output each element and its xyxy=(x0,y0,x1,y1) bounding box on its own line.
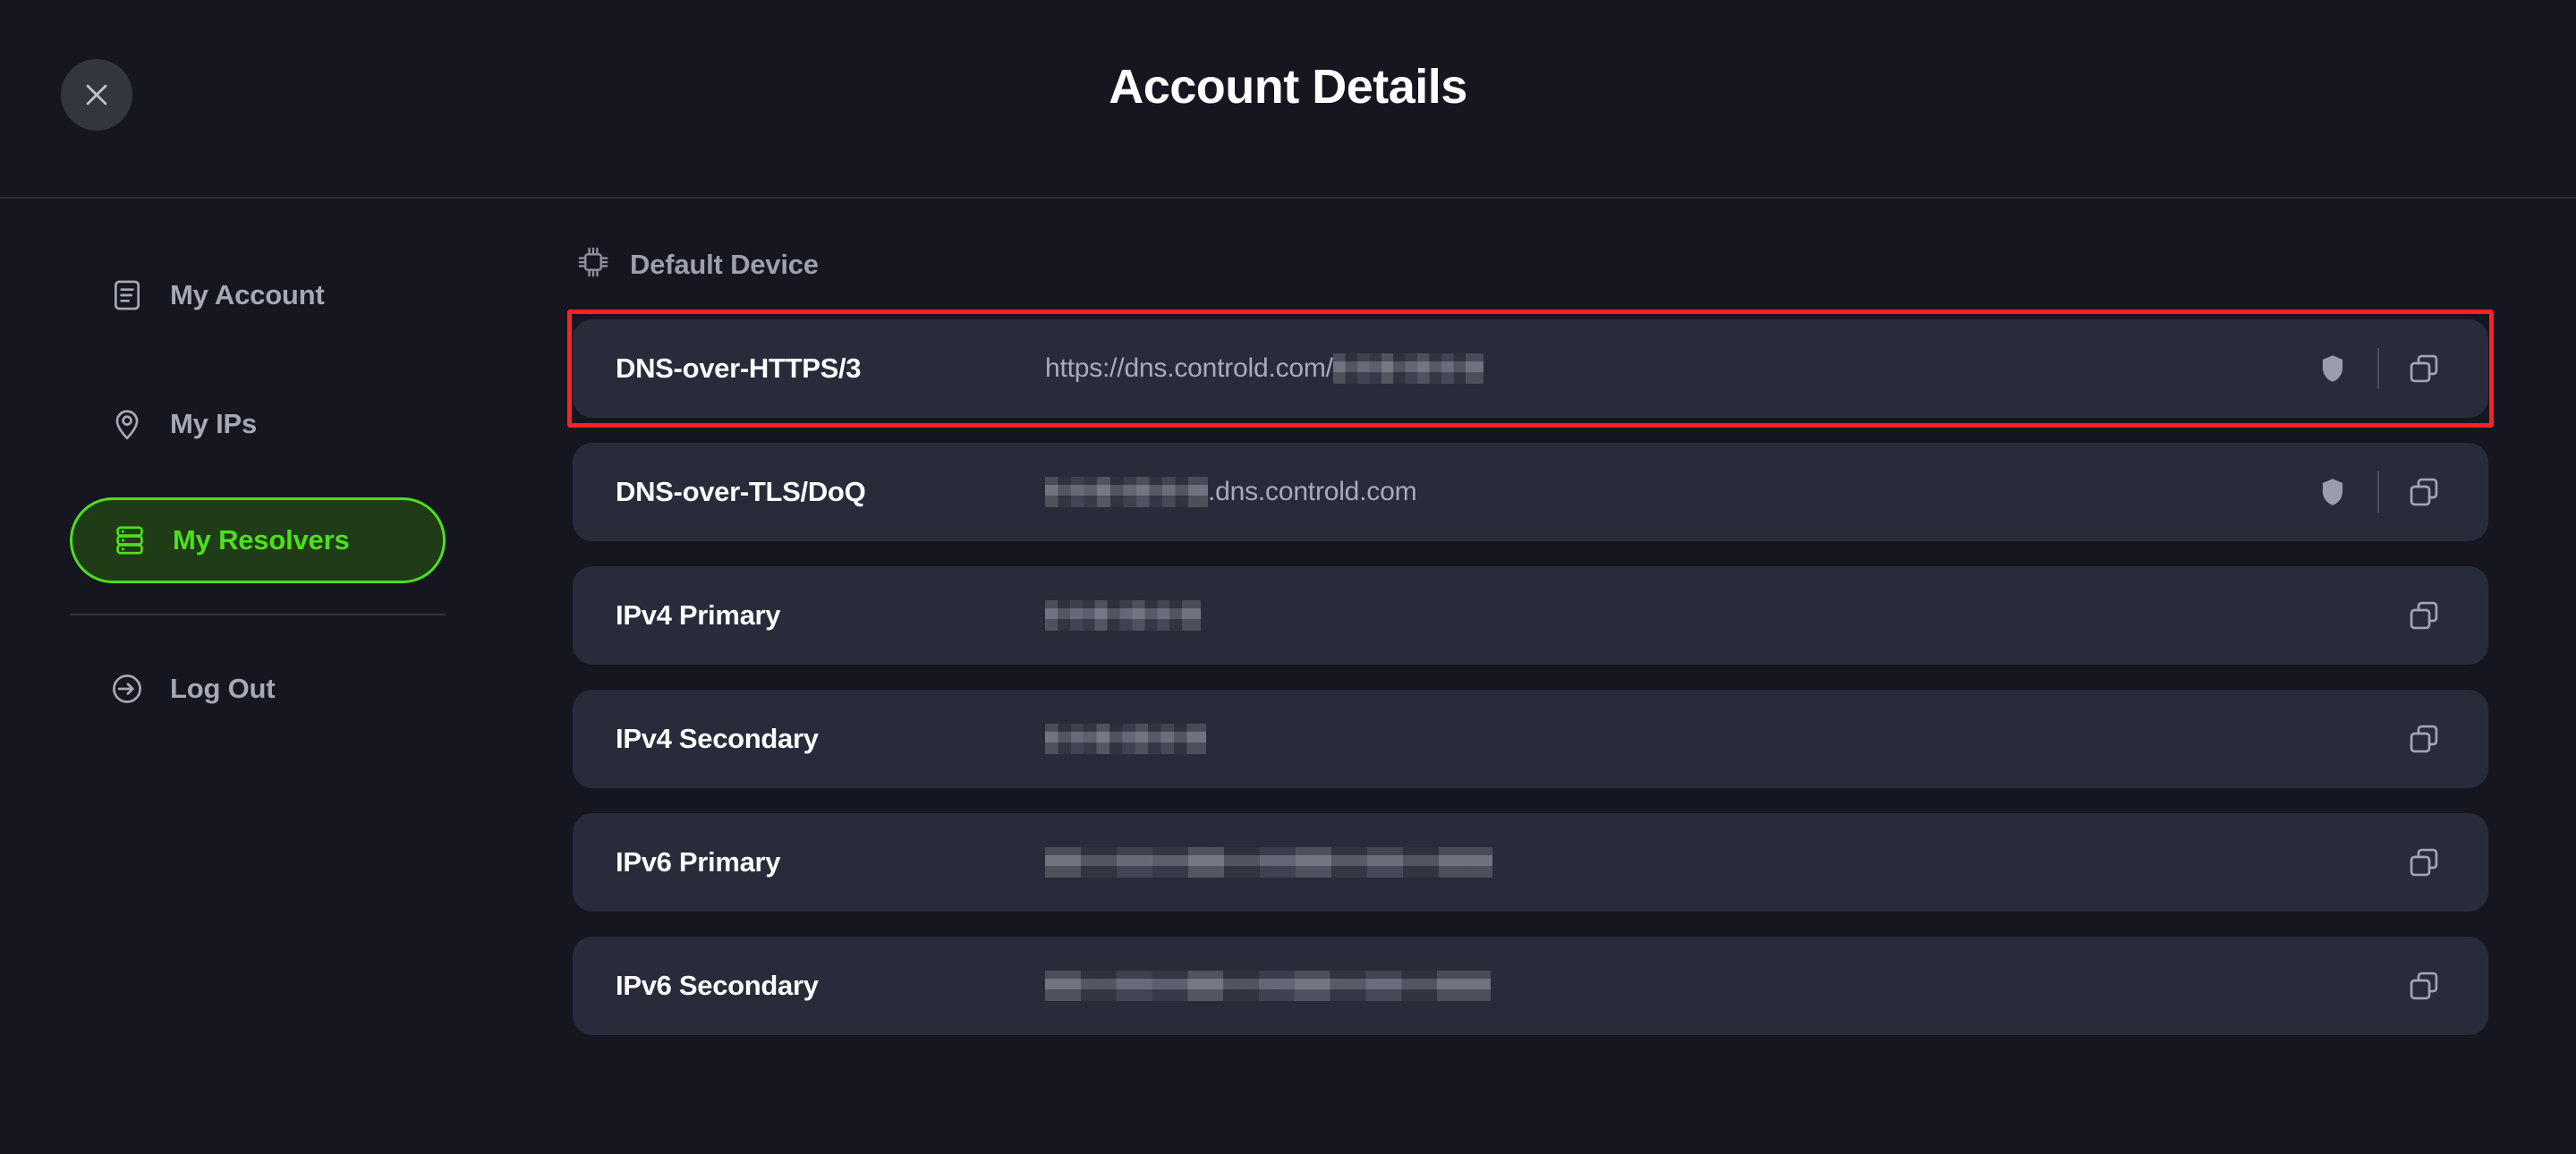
copy-icon[interactable] xyxy=(2390,952,2458,1020)
sidebar-item-my-resolvers[interactable]: My Resolvers xyxy=(70,497,446,583)
resolver-row[interactable]: IPv6 Primary xyxy=(573,813,2488,912)
page-title: Account Details xyxy=(1109,60,1467,114)
sidebar: My Account My IPs My Resolvers Log Out xyxy=(0,199,573,1154)
redacted-value xyxy=(1332,353,1484,384)
resolver-list: DNS-over-HTTPS/3 https://dns.controld.com… xyxy=(567,310,2494,1035)
cpu-chip-icon xyxy=(576,245,610,284)
sidebar-item-label: My IPs xyxy=(170,408,258,439)
resolver-row[interactable]: IPv4 Primary xyxy=(573,566,2488,665)
resolver-row[interactable]: IPv4 Secondary xyxy=(573,690,2488,788)
resolver-actions xyxy=(2299,335,2458,403)
resolver-actions xyxy=(2299,458,2458,526)
resolver-label: DNS-over-TLS/DoQ xyxy=(616,476,866,507)
location-pin-icon xyxy=(109,406,145,442)
resolver-value xyxy=(1045,600,2368,631)
document-icon xyxy=(109,277,145,313)
server-icon xyxy=(112,522,148,558)
resolver-row[interactable]: IPv6 Secondary xyxy=(573,937,2488,1035)
redacted-value xyxy=(1045,971,1491,1001)
sidebar-item-my-ips[interactable]: My IPs xyxy=(70,381,446,467)
sidebar-item-log-out[interactable]: Log Out xyxy=(70,646,446,732)
resolver-value xyxy=(1045,724,2368,754)
resolver-actions xyxy=(2390,705,2458,773)
sidebar-item-label: Log Out xyxy=(170,673,276,704)
resolver-row[interactable]: DNS-over-HTTPS/3 https://dns.controld.com… xyxy=(567,310,2494,428)
action-divider xyxy=(2377,348,2379,389)
copy-icon[interactable] xyxy=(2390,458,2458,526)
redacted-value xyxy=(1045,724,1206,754)
action-divider xyxy=(2377,471,2379,513)
redacted-value xyxy=(1045,477,1208,507)
section-title: Default Device xyxy=(630,248,819,280)
copy-icon[interactable] xyxy=(2390,705,2458,773)
page-header: Account Details xyxy=(0,0,2576,199)
copy-icon[interactable] xyxy=(2390,828,2458,896)
redacted-value xyxy=(1045,600,1201,631)
resolver-value-text: .dns.controld.com xyxy=(1208,477,1417,506)
main-content: Default Device DNS-over-HTTPS/3 https://d… xyxy=(567,199,2576,1154)
sidebar-item-label: My Resolvers xyxy=(173,524,350,556)
sidebar-item-label: My Account xyxy=(170,279,325,310)
resolver-label: IPv4 Secondary xyxy=(616,723,819,754)
resolver-actions xyxy=(2390,952,2458,1020)
copy-icon[interactable] xyxy=(2390,581,2458,649)
resolver-actions xyxy=(2390,581,2458,649)
resolver-label: IPv6 Secondary xyxy=(616,970,819,1001)
shield-icon[interactable] xyxy=(2299,335,2367,403)
resolver-value xyxy=(1045,847,2368,878)
resolver-value xyxy=(1045,971,2368,1001)
resolver-value-text: https://dns.controld.com/ xyxy=(1045,353,1333,383)
resolver-value: .dns.controld.com xyxy=(1045,477,2277,507)
resolver-actions xyxy=(2390,828,2458,896)
sidebar-item-my-account[interactable]: My Account xyxy=(70,252,446,338)
redacted-value xyxy=(1045,847,1492,878)
resolver-label: DNS-over-HTTPS/3 xyxy=(616,352,862,384)
shield-icon[interactable] xyxy=(2299,458,2367,526)
resolver-row[interactable]: DNS-over-TLS/DoQ .dns.controld.com xyxy=(573,443,2488,541)
copy-icon[interactable] xyxy=(2390,335,2458,403)
resolver-value: https://dns.controld.com/ xyxy=(1045,353,2277,384)
resolver-label: IPv4 Primary xyxy=(616,599,781,631)
resolver-label: IPv6 Primary xyxy=(616,846,781,878)
logout-icon xyxy=(109,671,145,707)
section-header-default-device: Default Device xyxy=(573,245,2488,284)
